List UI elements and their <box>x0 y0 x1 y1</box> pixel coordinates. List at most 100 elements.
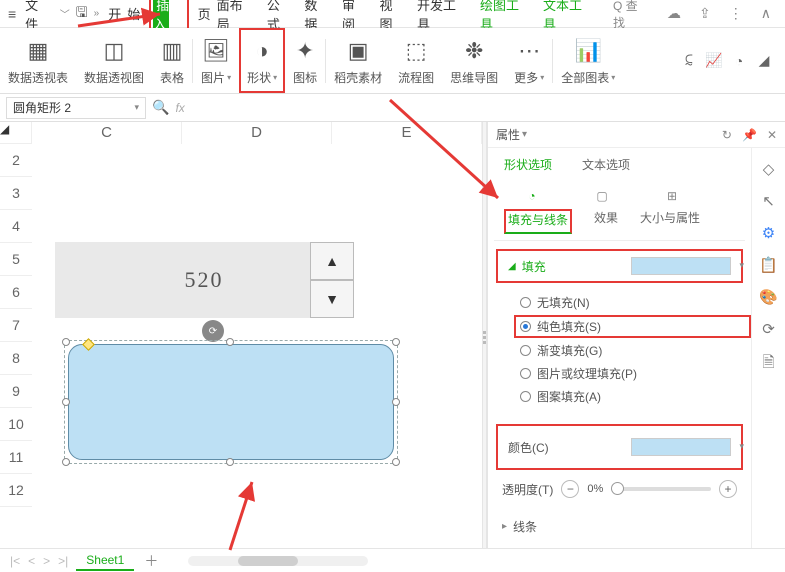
rotate-handle-icon[interactable]: ⟳ <box>202 320 224 342</box>
opacity-increase-button[interactable]: + <box>719 480 737 498</box>
row-header[interactable]: 10 <box>0 408 32 441</box>
row-header[interactable]: 7 <box>0 309 32 342</box>
section-fill[interactable]: ◢ 填充 ▾ <box>500 253 739 279</box>
pin-icon[interactable]: 📌 <box>742 128 757 142</box>
row-header[interactable]: 6 <box>0 276 32 309</box>
row-header[interactable]: 4 <box>0 210 32 243</box>
ribbon-shape[interactable]: ◑ 形状▾ <box>239 28 285 93</box>
scrollbar-thumb[interactable] <box>238 556 298 566</box>
tab-start-left[interactable]: 开 <box>105 2 121 25</box>
sheet-nav-next[interactable]: > <box>39 554 54 568</box>
tab-shape-options[interactable]: 形状选项 <box>504 156 552 177</box>
subtab-size[interactable]: 大小与属性 <box>640 209 700 234</box>
fx-label: fx <box>175 101 184 115</box>
fill-gradient[interactable]: 渐变填充(G) <box>520 339 745 362</box>
fill-solid[interactable]: 纯色填充(S) <box>514 315 751 338</box>
sheet-nav-first[interactable]: |< <box>6 554 24 568</box>
refresh-icon[interactable]: ↻ <box>722 128 732 142</box>
cloud-icon[interactable]: ☁ <box>667 5 681 22</box>
fill-picture[interactable]: 图片或纹理填充(P) <box>520 362 745 385</box>
col-header[interactable]: C <box>32 122 182 144</box>
chevron-down-icon[interactable]: ﹀ <box>60 6 70 21</box>
mini-line-icon[interactable]: 📈 <box>703 50 725 72</box>
fill-none[interactable]: 无填充(N) <box>520 291 745 314</box>
resize-handle-s[interactable] <box>226 458 234 466</box>
ribbon-flowchart[interactable]: ⬚ 流程图 <box>390 28 442 93</box>
opacity-decrease-button[interactable]: − <box>561 480 579 498</box>
ribbon-table[interactable]: ▥ 表格 <box>152 28 192 93</box>
kebab-icon[interactable]: ⋮ <box>729 5 743 22</box>
grid-corner[interactable]: ◢ <box>0 122 32 144</box>
ribbon-pivot-table[interactable]: ▦ 数据透视表 <box>0 28 76 93</box>
tab-start-right[interactable]: 始 <box>127 2 143 25</box>
sheet-tab[interactable]: Sheet1 <box>76 551 134 571</box>
search-button[interactable]: Q 查找 <box>613 0 649 31</box>
row-header[interactable]: 5 <box>0 243 32 276</box>
fill-color-swatch[interactable]: ▾ <box>631 257 731 275</box>
resize-handle-ne[interactable] <box>392 338 400 346</box>
ribbon-pivot-table-label: 数据透视表 <box>8 69 68 86</box>
horizontal-scrollbar[interactable] <box>188 556 368 566</box>
share-icon[interactable]: ⇪ <box>699 5 711 22</box>
color-row-highlight: 颜色(C) ▾ <box>496 424 743 470</box>
row-header[interactable]: 11 <box>0 441 32 474</box>
row-header[interactable]: 8 <box>0 342 32 375</box>
note-icon[interactable]: 🗎 <box>762 352 774 377</box>
rounded-rectangle-shape[interactable] <box>68 344 394 460</box>
resize-handle-e[interactable] <box>392 398 400 406</box>
tab-text-options[interactable]: 文本选项 <box>582 156 630 177</box>
name-box[interactable]: 圆角矩形 2 ▾ <box>6 97 146 119</box>
sheet-nav-last[interactable]: >| <box>54 554 72 568</box>
add-sheet-button[interactable]: ＋ <box>144 551 158 571</box>
subtab-effect[interactable]: 效果 <box>594 209 618 234</box>
merged-cell-box[interactable]: 520 ▲ ▼ <box>55 242 353 318</box>
tab-layout-left[interactable]: 页 <box>195 2 211 25</box>
resize-handle-sw[interactable] <box>62 458 70 466</box>
resize-handle-w[interactable] <box>62 398 70 406</box>
spreadsheet-grid[interactable]: ◢ C D E 2 3 4 5 6 7 8 9 10 11 12 520 ▲ ▼ <box>0 122 482 552</box>
opacity-thumb[interactable] <box>611 482 624 495</box>
spinner-down-button[interactable]: ▼ <box>310 280 354 318</box>
col-header[interactable]: D <box>182 122 332 144</box>
ribbon-icon[interactable]: ✦ 图标 <box>285 28 325 93</box>
subtab-fill-line[interactable]: 填充与线条 <box>504 209 572 234</box>
diamond-icon[interactable]: ◇ <box>763 160 775 178</box>
bottom-bar: |< < > >| Sheet1 ＋ <box>0 548 785 572</box>
resize-handle-n[interactable] <box>226 338 234 346</box>
row-header[interactable]: 2 <box>0 144 32 177</box>
mini-area-icon[interactable]: ◢ <box>753 50 775 72</box>
row-header[interactable]: 3 <box>0 177 32 210</box>
ribbon-material[interactable]: ▣ 稻壳素材 <box>326 28 390 93</box>
spinner-up-button[interactable]: ▲ <box>310 242 354 280</box>
clipboard-icon[interactable]: 📋 <box>759 256 778 274</box>
fill-pattern[interactable]: 图案填充(A) <box>520 385 745 408</box>
cursor-icon[interactable]: ↖ <box>762 192 775 210</box>
cloud-sync-icon[interactable]: ⟳ <box>762 320 775 338</box>
section-line[interactable]: ▸ 线条 <box>494 514 745 539</box>
ribbon-allcharts[interactable]: 📊 全部图表▾ <box>553 28 623 93</box>
row-header[interactable]: 9 <box>0 375 32 408</box>
mini-pie-icon[interactable]: ◔ <box>728 50 750 72</box>
caret-icon[interactable]: ∧ <box>761 5 771 22</box>
row-header[interactable]: 12 <box>0 474 32 507</box>
col-header[interactable]: E <box>332 122 482 144</box>
save-icon[interactable]: 🖫 <box>76 2 88 26</box>
mini-bar-icon[interactable]: ⫇ <box>678 50 700 72</box>
chevron-down-icon[interactable]: ▾ <box>134 102 139 113</box>
hamburger-icon[interactable]: ≡ <box>8 6 16 22</box>
ribbon-picture[interactable]: 🖼 图片▾ <box>193 28 239 93</box>
sliders-icon[interactable]: ⚙ <box>762 224 775 242</box>
chevron-right-icon: » <box>94 8 100 19</box>
palette-icon[interactable]: 🎨 <box>759 288 778 306</box>
ribbon-more[interactable]: ⋯ 更多▾ <box>506 28 552 93</box>
resize-handle-se[interactable] <box>392 458 400 466</box>
close-icon[interactable]: ✕ <box>767 128 777 142</box>
opacity-row: 透明度(T) − 0% + <box>494 474 745 504</box>
ribbon-pivot-chart[interactable]: ◫ 数据透视图 <box>76 28 152 93</box>
sheet-nav-prev[interactable]: < <box>24 554 39 568</box>
search-icon[interactable]: 🔍 <box>152 99 169 116</box>
opacity-slider[interactable] <box>611 487 711 491</box>
ribbon-mindmap[interactable]: ❉ 思维导图 <box>442 28 506 93</box>
color-swatch[interactable]: ▾ <box>631 438 731 456</box>
resize-handle-nw[interactable] <box>62 338 70 346</box>
